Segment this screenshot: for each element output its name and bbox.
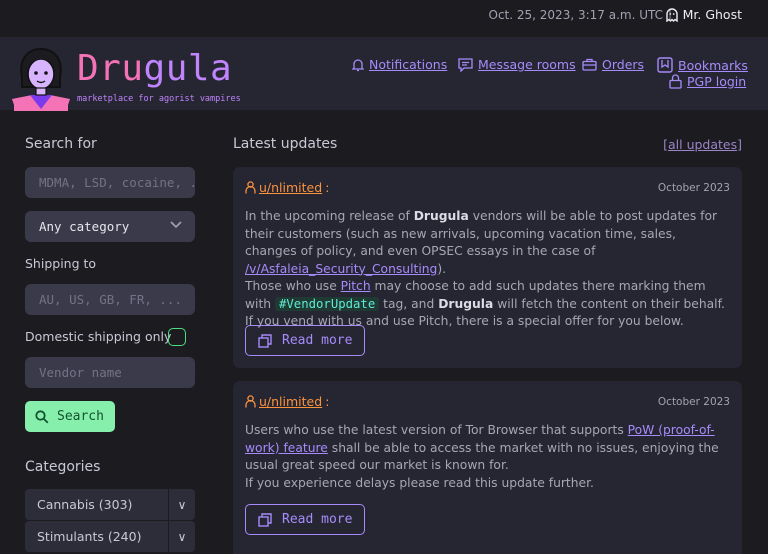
vendor-link[interactable]: /v/Asfaleia_Security_Consulting [245, 262, 437, 276]
read-more-label: Read more [282, 512, 353, 527]
search-button[interactable]: Search [25, 401, 115, 432]
post-text: Users who use the latest version of Tor … [245, 423, 628, 437]
search-title: Search for [25, 136, 97, 152]
message-icon [458, 57, 473, 72]
lock-icon [669, 74, 682, 89]
post-text: tag, and [379, 296, 439, 311]
user-menu[interactable]: Mr. Ghost [665, 7, 742, 22]
update-card: u/nlimited: October 2023 Users who use t… [233, 381, 742, 554]
shipping-input[interactable]: AU, US, GB, FR, ... [25, 284, 195, 315]
brand-name[interactable]: Drugula [77, 48, 232, 90]
shipping-label: Shipping to [25, 256, 97, 271]
post-bold: Drugula [438, 296, 494, 311]
bookmark-icon [657, 57, 673, 73]
search-icon [35, 409, 49, 423]
post-body: Users who use the latest version of Tor … [245, 422, 730, 492]
post-text: If you experience delays please read thi… [245, 475, 594, 490]
post-body: In the upcoming release of Drugula vendo… [245, 208, 730, 331]
category-item-stimulants[interactable]: Stimulants (240) ∨ [25, 521, 195, 552]
nav-message-rooms-link[interactable]: Message rooms [478, 57, 576, 72]
top-bar: Oct. 25, 2023, 3:17 a.m. UTC | Mr. Ghost [0, 0, 768, 37]
post-author-suffix: : [325, 394, 330, 409]
nav-orders[interactable]: Orders [582, 57, 644, 72]
post-author-name: u/nlimited [259, 180, 323, 195]
category-select-value: Any category [39, 219, 130, 234]
nav-orders-link[interactable]: Orders [602, 57, 644, 72]
category-label: Stimulants (240) [37, 529, 142, 544]
vendor-update-tag: #VendorUpdate [275, 296, 380, 311]
post-text: Those who use [245, 279, 341, 293]
vendor-input[interactable]: Vendor name [25, 357, 195, 388]
latest-updates-title: Latest updates [233, 136, 338, 152]
post-text: In the upcoming release of [245, 209, 414, 223]
user-icon [245, 395, 256, 408]
update-card: u/nlimited: October 2023 In the upcoming… [233, 167, 742, 368]
post-text: ). [437, 261, 447, 276]
nav-pgp-login-link[interactable]: PGP login [687, 74, 746, 89]
brand-tagline: marketplace for agorist vampires [77, 94, 241, 104]
expand-toggle[interactable]: ∨ [168, 521, 195, 552]
username: Mr. Ghost [682, 7, 742, 22]
category-item-cannabis[interactable]: Cannabis (303) ∨ [25, 489, 195, 520]
read-more-button[interactable]: Read more [245, 504, 365, 535]
brand-part-2: gula [143, 48, 233, 89]
pitch-link[interactable]: Pitch [341, 279, 371, 293]
post-author-name: u/nlimited [259, 394, 323, 409]
post-bold: Drugula [413, 209, 469, 223]
copy-icon [258, 333, 272, 348]
nav-notifications-link[interactable]: Notifications [369, 57, 447, 72]
expand-toggle[interactable]: ∨ [168, 489, 195, 520]
nav-pgp-login[interactable]: PGP login [669, 74, 746, 89]
briefcase-icon [582, 58, 597, 71]
domestic-shipping-label: Domestic shipping only [25, 329, 172, 344]
post-date: October 2023 [657, 182, 730, 194]
categories-title: Categories [25, 459, 101, 475]
category-label: Cannabis (303) [37, 497, 133, 512]
category-select[interactable]: Any category [25, 211, 195, 242]
copy-icon [258, 512, 272, 527]
domestic-shipping-checkbox[interactable] [168, 328, 186, 346]
chevron-down-icon [170, 221, 182, 229]
current-datetime: Oct. 25, 2023, 3:17 a.m. UTC [488, 8, 663, 22]
nav-message-rooms[interactable]: Message rooms [458, 57, 576, 72]
brand-part-1: Dru [77, 48, 144, 89]
nav-bookmarks-link[interactable]: Bookmarks [678, 58, 748, 73]
read-more-label: Read more [282, 333, 353, 348]
all-updates-link[interactable]: [all updates] [663, 137, 742, 152]
nav-bookmarks[interactable]: Bookmarks [657, 57, 748, 73]
site-header: Drugula marketplace for agorist vampires… [0, 37, 768, 111]
post-author-suffix: : [325, 180, 330, 195]
search-input[interactable]: MDMA, LSD, cocaine, ... [25, 167, 195, 198]
post-date: October 2023 [657, 396, 730, 408]
post-author[interactable]: u/nlimited: [245, 180, 329, 195]
nav-notifications[interactable]: Notifications [352, 57, 447, 72]
vampire-logo[interactable] [12, 47, 70, 111]
search-button-label: Search [57, 409, 104, 424]
ghost-icon [665, 7, 678, 22]
bell-icon [352, 58, 364, 71]
read-more-button[interactable]: Read more [245, 325, 365, 356]
post-author[interactable]: u/nlimited: [245, 394, 329, 409]
user-icon [245, 181, 256, 194]
